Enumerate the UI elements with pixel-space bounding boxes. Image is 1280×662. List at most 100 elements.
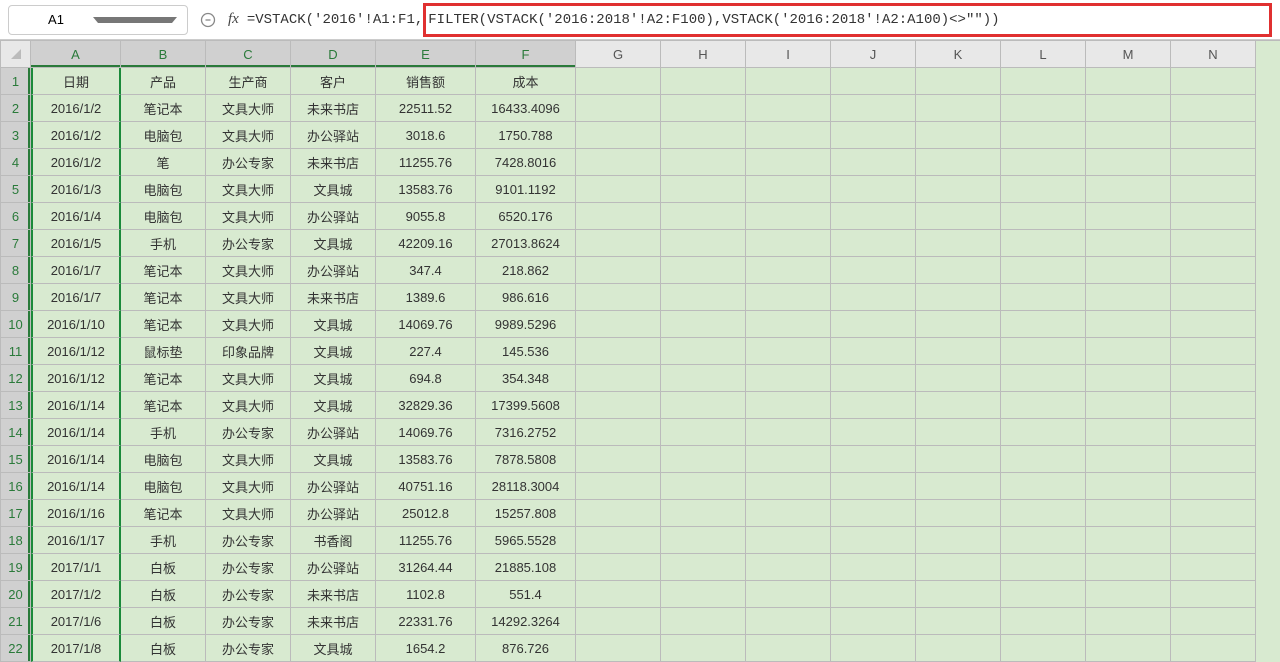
cell-J20[interactable] — [831, 581, 916, 608]
cell-I11[interactable] — [746, 338, 831, 365]
cell-G12[interactable] — [576, 365, 661, 392]
cell-A19[interactable]: 2017/1/1 — [31, 554, 121, 581]
cell-B16[interactable]: 电脑包 — [121, 473, 206, 500]
cell-K22[interactable] — [916, 635, 1001, 662]
cell-M10[interactable] — [1086, 311, 1171, 338]
row-header-1[interactable]: 1 — [1, 68, 31, 95]
cell-I5[interactable] — [746, 176, 831, 203]
cell-N14[interactable] — [1171, 419, 1256, 446]
cell-G1[interactable] — [576, 68, 661, 95]
cell-E15[interactable]: 13583.76 — [376, 446, 476, 473]
cell-B1[interactable]: 产品 — [121, 68, 206, 95]
cell-L10[interactable] — [1001, 311, 1086, 338]
cell-E11[interactable]: 227.4 — [376, 338, 476, 365]
cell-F17[interactable]: 15257.808 — [476, 500, 576, 527]
cell-H8[interactable] — [661, 257, 746, 284]
cell-L4[interactable] — [1001, 149, 1086, 176]
cell-N18[interactable] — [1171, 527, 1256, 554]
cell-J4[interactable] — [831, 149, 916, 176]
cell-N15[interactable] — [1171, 446, 1256, 473]
cell-E19[interactable]: 31264.44 — [376, 554, 476, 581]
cell-D8[interactable]: 办公驿站 — [291, 257, 376, 284]
cell-A3[interactable]: 2016/1/2 — [31, 122, 121, 149]
cell-L11[interactable] — [1001, 338, 1086, 365]
cell-H21[interactable] — [661, 608, 746, 635]
cell-C6[interactable]: 文具大师 — [206, 203, 291, 230]
cell-J16[interactable] — [831, 473, 916, 500]
cell-I21[interactable] — [746, 608, 831, 635]
cell-D9[interactable]: 未来书店 — [291, 284, 376, 311]
cancel-formula-button[interactable] — [196, 8, 220, 32]
name-box[interactable]: A1 — [8, 5, 188, 35]
column-header-K[interactable]: K — [916, 41, 1001, 68]
cell-A18[interactable]: 2016/1/17 — [31, 527, 121, 554]
cell-I8[interactable] — [746, 257, 831, 284]
row-header-11[interactable]: 11 — [1, 338, 31, 365]
cell-N9[interactable] — [1171, 284, 1256, 311]
cell-D7[interactable]: 文具城 — [291, 230, 376, 257]
cell-N17[interactable] — [1171, 500, 1256, 527]
cell-C18[interactable]: 办公专家 — [206, 527, 291, 554]
cell-C9[interactable]: 文具大师 — [206, 284, 291, 311]
cell-L3[interactable] — [1001, 122, 1086, 149]
cell-M7[interactable] — [1086, 230, 1171, 257]
cell-E6[interactable]: 9055.8 — [376, 203, 476, 230]
cell-C8[interactable]: 文具大师 — [206, 257, 291, 284]
cell-A22[interactable]: 2017/1/8 — [31, 635, 121, 662]
cell-K4[interactable] — [916, 149, 1001, 176]
row-header-19[interactable]: 19 — [1, 554, 31, 581]
cell-K13[interactable] — [916, 392, 1001, 419]
cell-F5[interactable]: 9101.1192 — [476, 176, 576, 203]
cell-G13[interactable] — [576, 392, 661, 419]
cell-M21[interactable] — [1086, 608, 1171, 635]
select-all-corner[interactable] — [1, 41, 31, 68]
column-header-N[interactable]: N — [1171, 41, 1256, 68]
cell-H14[interactable] — [661, 419, 746, 446]
cell-I18[interactable] — [746, 527, 831, 554]
cell-B17[interactable]: 笔记本 — [121, 500, 206, 527]
cell-B12[interactable]: 笔记本 — [121, 365, 206, 392]
cell-N7[interactable] — [1171, 230, 1256, 257]
cell-L8[interactable] — [1001, 257, 1086, 284]
cell-F21[interactable]: 14292.3264 — [476, 608, 576, 635]
cell-M8[interactable] — [1086, 257, 1171, 284]
cell-K18[interactable] — [916, 527, 1001, 554]
cell-D2[interactable]: 未来书店 — [291, 95, 376, 122]
cell-K17[interactable] — [916, 500, 1001, 527]
cell-A8[interactable]: 2016/1/7 — [31, 257, 121, 284]
cell-F12[interactable]: 354.348 — [476, 365, 576, 392]
cell-D5[interactable]: 文具城 — [291, 176, 376, 203]
cell-A21[interactable]: 2017/1/6 — [31, 608, 121, 635]
cell-I15[interactable] — [746, 446, 831, 473]
cell-N4[interactable] — [1171, 149, 1256, 176]
cell-G21[interactable] — [576, 608, 661, 635]
cell-A11[interactable]: 2016/1/12 — [31, 338, 121, 365]
cell-M12[interactable] — [1086, 365, 1171, 392]
row-header-12[interactable]: 12 — [1, 365, 31, 392]
cell-B2[interactable]: 笔记本 — [121, 95, 206, 122]
cell-H20[interactable] — [661, 581, 746, 608]
column-header-B[interactable]: B — [121, 41, 206, 68]
cell-E8[interactable]: 347.4 — [376, 257, 476, 284]
cell-K3[interactable] — [916, 122, 1001, 149]
cell-J7[interactable] — [831, 230, 916, 257]
cell-N20[interactable] — [1171, 581, 1256, 608]
cell-C13[interactable]: 文具大师 — [206, 392, 291, 419]
cell-A4[interactable]: 2016/1/2 — [31, 149, 121, 176]
cell-I9[interactable] — [746, 284, 831, 311]
cell-G22[interactable] — [576, 635, 661, 662]
cell-L21[interactable] — [1001, 608, 1086, 635]
cell-M19[interactable] — [1086, 554, 1171, 581]
cell-H1[interactable] — [661, 68, 746, 95]
cell-K11[interactable] — [916, 338, 1001, 365]
cell-E18[interactable]: 11255.76 — [376, 527, 476, 554]
cell-B22[interactable]: 白板 — [121, 635, 206, 662]
cell-K6[interactable] — [916, 203, 1001, 230]
spreadsheet-grid[interactable]: ABCDEFGHIJKLMN1日期产品生产商客户销售额成本22016/1/2笔记… — [0, 40, 1280, 662]
cell-J14[interactable] — [831, 419, 916, 446]
cell-G17[interactable] — [576, 500, 661, 527]
cell-F20[interactable]: 551.4 — [476, 581, 576, 608]
cell-F3[interactable]: 1750.788 — [476, 122, 576, 149]
cell-I3[interactable] — [746, 122, 831, 149]
row-header-4[interactable]: 4 — [1, 149, 31, 176]
